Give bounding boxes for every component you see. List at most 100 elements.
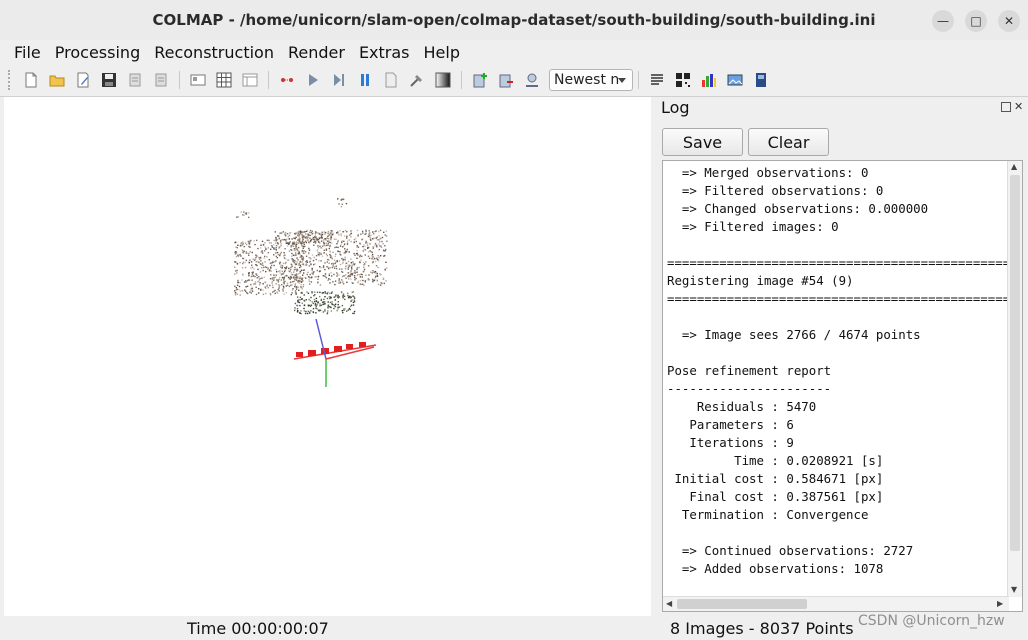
point [339,245,342,247]
menu-render[interactable]: Render [288,43,345,62]
maximize-button[interactable]: □ [965,10,987,32]
point [323,301,325,303]
point [294,237,296,240]
point [337,303,339,306]
model-add-icon[interactable] [472,72,488,88]
point [263,276,265,278]
point [300,242,302,244]
point [344,250,347,252]
point [306,312,309,315]
automatic-reconstruction-icon[interactable] [279,72,295,88]
log-line: => Merged observations: 0 [667,165,869,180]
reset-reconstruction-icon[interactable] [383,72,399,88]
point [255,286,257,288]
point [303,300,306,302]
point [362,250,364,252]
point [291,259,294,261]
point [341,257,343,260]
point [330,275,333,277]
menu-reconstruction[interactable]: Reconstruction [154,43,274,62]
menu-file[interactable]: File [14,43,41,62]
clear-button[interactable]: Clear [748,128,829,156]
point [306,261,309,263]
match-matrix-icon[interactable] [675,72,691,88]
scroll-right-icon[interactable]: ▶ [997,599,1003,608]
point [301,234,303,236]
point [311,269,313,271]
pause-reconstruction-icon[interactable] [357,72,373,88]
feature-extraction-icon[interactable] [190,72,206,88]
point [270,270,272,272]
edit-project-icon[interactable] [75,72,91,88]
vertical-scroll-thumb[interactable] [1010,175,1020,551]
scroll-down-icon[interactable]: ▼ [1011,585,1017,594]
point [309,299,311,302]
point [377,283,380,286]
dense-reconstruction-icon[interactable] [435,72,451,88]
log-line: Pose refinement report [667,363,832,378]
new-project-icon[interactable] [23,72,39,88]
point [239,294,241,296]
model-location-icon[interactable] [524,72,540,88]
point [254,275,256,278]
close-dock-icon[interactable]: ✕ [1014,101,1023,112]
close-button[interactable]: ✕ [998,10,1020,32]
minimize-button[interactable]: — [932,10,954,32]
point [362,245,364,248]
point [273,254,275,256]
horizontal-scroll-thumb[interactable] [677,599,807,609]
point [374,230,376,233]
point [280,266,282,268]
3d-model-viewer[interactable] [4,97,651,616]
point [242,262,244,265]
point [262,269,264,272]
save-button[interactable]: Save [662,128,743,156]
float-dock-icon[interactable] [1001,102,1011,112]
save-project-icon[interactable] [101,72,117,88]
point [353,275,356,277]
point [298,242,300,244]
point [358,266,360,269]
log-output[interactable]: => Merged observations: 0 => Filtered ob… [662,160,1023,612]
point [336,275,338,277]
point [305,255,308,257]
database-icon[interactable] [242,72,258,88]
images-icon[interactable] [727,72,743,88]
point [342,262,344,265]
point [357,235,359,237]
export-icon[interactable] [153,72,169,88]
import-icon[interactable] [127,72,143,88]
start-reconstruction-icon[interactable] [305,72,321,88]
grab-image-icon[interactable] [753,72,769,88]
scroll-left-icon[interactable]: ◀ [666,599,672,608]
point [241,267,244,269]
log-icon[interactable] [649,72,665,88]
point [293,243,295,245]
point [263,257,265,259]
point [343,245,345,247]
step-reconstruction-icon[interactable] [331,72,347,88]
menu-extras[interactable]: Extras [359,43,410,62]
model-export-icon[interactable] [498,72,514,88]
model-select[interactable]: Newest n [549,69,633,91]
point [327,310,329,312]
point [328,247,330,250]
scroll-up-icon[interactable]: ▲ [1011,162,1017,171]
point [295,286,298,288]
feature-matching-icon[interactable] [216,72,232,88]
point [327,301,329,303]
point [239,244,242,247]
open-project-icon[interactable] [49,72,65,88]
toolbar-grip[interactable] [8,70,14,90]
menu-processing[interactable]: Processing [55,43,140,62]
menu-help[interactable]: Help [424,43,460,62]
vertical-scrollbar[interactable]: ▲ ▼ [1007,161,1022,597]
statistics-icon[interactable] [701,72,717,88]
bundle-adjustment-icon[interactable] [409,72,425,88]
horizontal-scrollbar[interactable]: ◀ ▶ [663,596,1009,611]
point [256,277,258,279]
point [273,290,275,292]
point [300,284,302,286]
point [334,283,336,286]
point [309,305,312,307]
